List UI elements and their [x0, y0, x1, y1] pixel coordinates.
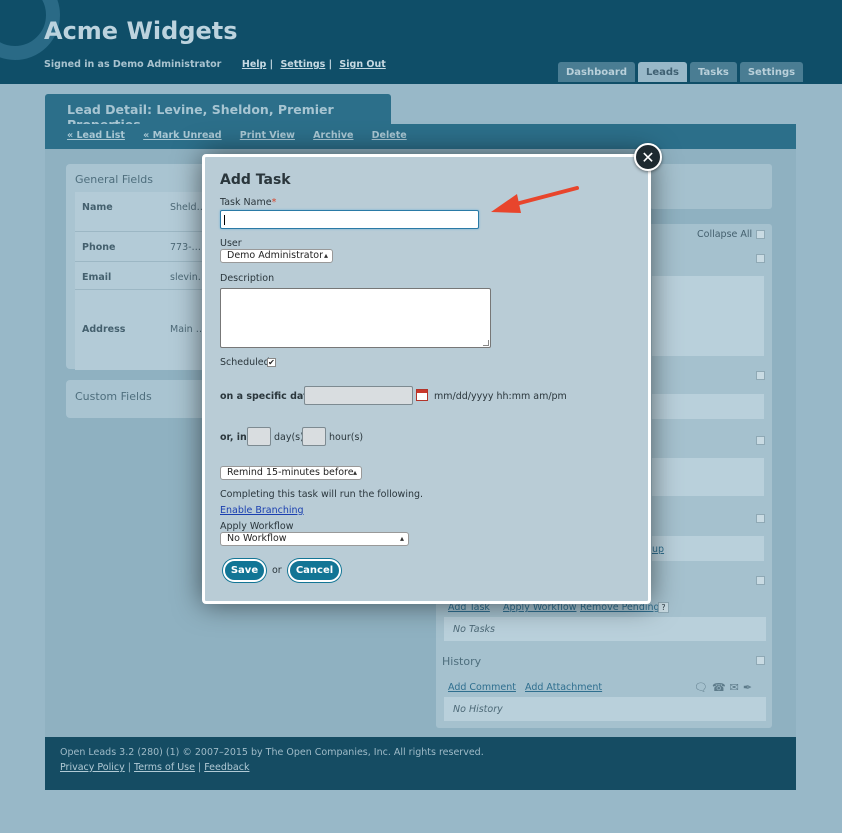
or-in-label: or, in	[220, 432, 247, 443]
enable-branching-link[interactable]: Enable Branching	[220, 505, 304, 516]
collapse-icon[interactable]	[756, 371, 765, 380]
separator: |	[269, 59, 274, 70]
partial-link[interactable]: up	[652, 544, 664, 555]
terms-of-use-link[interactable]: Terms of Use	[134, 762, 195, 773]
print-view-link[interactable]: Print View	[240, 130, 295, 141]
main-tabs: Dashboard Leads Tasks Settings	[558, 62, 804, 82]
description-label: Description	[220, 273, 275, 284]
workflow-select-value: No Workflow	[227, 533, 287, 544]
panel-body	[652, 536, 764, 561]
history-title: History	[442, 655, 482, 668]
collapse-all-link[interactable]: Collapse All	[697, 229, 752, 240]
collapse-icon[interactable]	[756, 576, 765, 585]
collapse-icon[interactable]	[756, 656, 765, 665]
delete-link[interactable]: Delete	[372, 130, 407, 141]
days-label: day(s)	[274, 432, 304, 443]
description-textarea[interactable]	[220, 288, 491, 348]
help-icon[interactable]: ?	[658, 602, 669, 613]
copyright-text: Open Leads 3.2 (280) (1) © 2007–2015 by …	[60, 747, 484, 758]
footer-links: Privacy Policy | Terms of Use | Feedback	[60, 762, 781, 773]
feedback-link[interactable]: Feedback	[204, 762, 249, 773]
lead-list-link[interactable]: « Lead List	[67, 130, 125, 141]
task-name-label: Task Name*	[220, 197, 276, 208]
general-fields-title: General Fields	[75, 173, 153, 186]
user-select-value: Demo Administrator	[227, 250, 324, 261]
field-key: Phone	[82, 242, 116, 253]
tab-dashboard[interactable]: Dashboard	[558, 62, 635, 82]
signed-in-bar: Signed in as Demo Administrator Help | S…	[44, 59, 386, 70]
collapse-icon[interactable]	[756, 436, 765, 445]
apply-workflow-label: Apply Workflow	[220, 521, 294, 532]
cancel-button[interactable]: Cancel	[288, 559, 341, 582]
select-arrows-icon: ▴	[352, 468, 357, 477]
separator: |	[127, 762, 131, 773]
add-comment-link[interactable]: Add Comment	[448, 682, 516, 693]
tab-leads[interactable]: Leads	[638, 62, 688, 82]
specific-date-label: on a specific date	[220, 391, 315, 402]
field-key: Address	[82, 324, 126, 335]
select-arrows-icon: ▴	[399, 534, 404, 543]
text-caret	[224, 215, 225, 225]
scheduled-label: Scheduled	[220, 357, 270, 368]
right-panel-top	[650, 164, 772, 209]
app-title: Acme Widgets	[44, 17, 238, 45]
collapse-icon[interactable]	[756, 514, 765, 523]
tab-settings[interactable]: Settings	[739, 62, 804, 82]
archive-link[interactable]: Archive	[313, 130, 353, 141]
field-key: Name	[82, 202, 113, 213]
help-link[interactable]: Help	[242, 59, 266, 70]
calendar-icon[interactable]	[416, 389, 428, 401]
panel-body	[652, 276, 764, 356]
lead-action-bar: « Lead List « Mark Unread Print View Arc…	[45, 124, 796, 149]
no-history-text: No History	[453, 704, 503, 715]
close-icon[interactable]: ✕	[634, 143, 662, 171]
privacy-policy-link[interactable]: Privacy Policy	[60, 762, 125, 773]
user-label: User	[220, 238, 242, 249]
completing-text: Completing this task will run the follow…	[220, 489, 424, 500]
phone-icon[interactable]: ☎	[712, 681, 726, 694]
email-icon[interactable]: ✉	[730, 681, 739, 694]
custom-fields-title: Custom Fields	[75, 390, 152, 403]
field-key: Email	[82, 272, 112, 283]
tab-tasks[interactable]: Tasks	[690, 62, 737, 82]
modal-title: Add Task	[220, 172, 291, 188]
footer: Open Leads 3.2 (280) (1) © 2007–2015 by …	[45, 737, 796, 790]
hours-input[interactable]	[302, 427, 326, 446]
select-arrows-icon: ▴	[323, 251, 328, 260]
attachment-icon[interactable]: ✒	[743, 681, 752, 694]
annotation-arrow-icon	[491, 186, 579, 213]
date-input[interactable]	[304, 386, 413, 405]
task-name-label-text: Task Name	[220, 197, 272, 208]
scheduled-checkbox[interactable]: ✔	[267, 358, 276, 367]
days-input[interactable]	[247, 427, 271, 446]
no-tasks-text: No Tasks	[453, 624, 495, 635]
resize-grip-icon[interactable]	[483, 340, 489, 346]
comment-icon[interactable]: 🗨	[694, 681, 708, 694]
hours-label: hour(s)	[329, 432, 364, 443]
sign-out-link[interactable]: Sign Out	[339, 59, 385, 70]
remind-select-value: Remind 15-minutes before	[227, 467, 354, 478]
save-button[interactable]: Save	[223, 559, 266, 582]
collapse-icon[interactable]	[756, 230, 765, 239]
panel-body	[652, 458, 764, 496]
signed-in-text: Signed in as Demo Administrator	[44, 59, 222, 70]
separator: |	[197, 762, 202, 773]
task-name-input[interactable]	[220, 210, 479, 229]
collapse-icon[interactable]	[756, 254, 765, 263]
field-value: 773-…	[170, 242, 202, 253]
date-format-hint: mm/dd/yyyy hh:mm am/pm	[434, 391, 567, 402]
remind-select[interactable]: Remind 15-minutes before ▴	[220, 466, 362, 480]
separator: |	[328, 59, 333, 70]
lead-detail-title: Lead Detail: Levine, Sheldon, Premier Pr…	[45, 94, 391, 132]
or-text: or	[272, 565, 282, 576]
mark-unread-link[interactable]: « Mark Unread	[143, 130, 221, 141]
workflow-select[interactable]: No Workflow ▴	[220, 532, 409, 546]
user-select[interactable]: Demo Administrator ▴	[220, 249, 333, 263]
required-marker: *	[271, 197, 277, 208]
add-attachment-link[interactable]: Add Attachment	[525, 682, 602, 693]
history-icons: 🗨 ☎ ✉ ✒	[694, 681, 752, 694]
panel-body	[652, 394, 764, 419]
settings-link[interactable]: Settings	[280, 59, 325, 70]
